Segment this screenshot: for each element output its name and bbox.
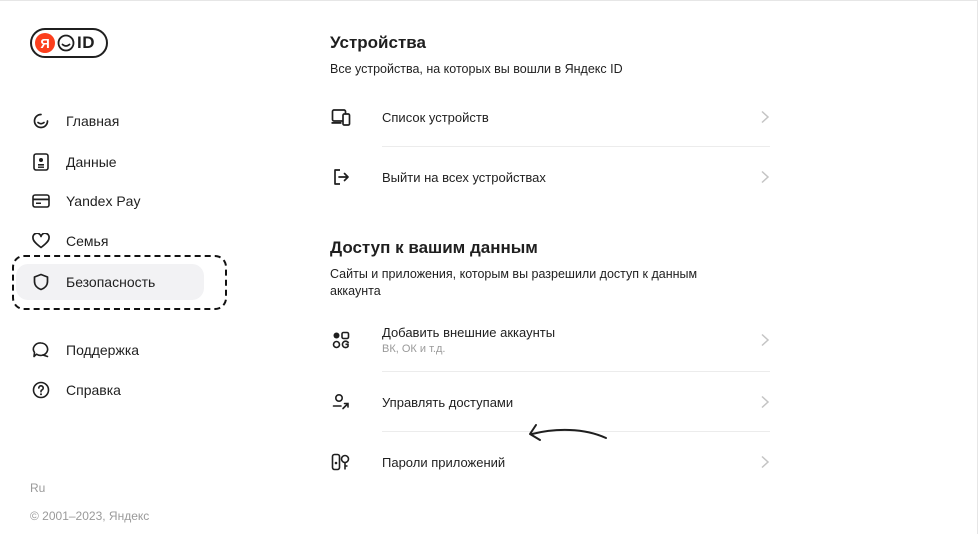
row-label: Пароли приложений [382,454,506,470]
access-subtitle: Сайты и приложения, которым вы разрешили… [330,267,698,298]
logo-id-text: ID [77,33,95,52]
sidebar-item-label: Yandex Pay [66,193,141,209]
row-label: Управлять доступами [382,394,514,410]
sidebar-item-support[interactable]: Поддержка [16,332,204,368]
row-divider [382,146,770,147]
sidebar-item-help[interactable]: Справка [16,372,204,408]
language-switch[interactable]: Ru [30,481,45,495]
sidebar-item-home[interactable]: Главная [16,103,204,139]
heart-icon [31,231,51,251]
sidebar-item-label: Главная [66,113,120,129]
sidebar-item-label: Поддержка [66,342,140,358]
sidebar-item-label: Семья [66,233,109,249]
device-list-row[interactable]: Список устройств [330,95,770,139]
id-card-icon [31,152,51,172]
row-label: Выйти на всех устройствах [382,169,546,185]
logout-all-row[interactable]: Выйти на всех устройствах [330,155,770,199]
row-label: Список устройств [382,109,489,125]
sidebar-item-label: Данные [66,154,117,170]
row-divider [382,371,770,372]
external-accounts-row[interactable]: Добавить внешние аккаунты ВК, ОК и т.д. [330,318,770,362]
pointer-arrow-icon [529,424,607,441]
chevron-right-icon [761,110,770,124]
smile-icon [57,34,75,52]
yandex-id-logo[interactable]: Я ID [30,28,108,58]
app-passwords-icon [330,451,352,473]
devices-title: Устройства [330,33,426,52]
row-hint: ВК, ОК и т.д. [382,343,446,355]
sidebar-item-label: Справка [66,382,121,398]
access-title: Доступ к вашим данным [330,238,538,257]
yandex-logo-letter: Я [35,33,55,53]
sidebar-item-data[interactable]: Данные [16,144,204,180]
manage-access-row[interactable]: Управлять доступами [330,380,770,424]
copyright-text: © 2001–2023, Яндекс [30,509,150,523]
chevron-right-icon [761,395,770,409]
chevron-right-icon [761,170,770,184]
user-access-icon [330,391,352,413]
chat-icon [31,340,51,360]
highlight-outline [12,255,227,310]
devices-subtitle: Все устройства, на которых вы вошли в Ян… [330,62,623,76]
home-smile-icon [31,111,51,131]
sidebar-item-yandex-pay[interactable]: Yandex Pay [16,183,204,219]
chevron-right-icon [761,333,770,347]
card-icon [31,191,51,211]
help-icon [31,380,51,400]
sidebar-item-family[interactable]: Семья [16,223,204,259]
devices-icon [330,106,352,128]
logout-icon [330,166,352,188]
frame-top-border [0,0,978,1]
chevron-right-icon [761,455,770,469]
external-accounts-icon [330,329,352,351]
row-label: Добавить внешние аккаунты [382,325,556,340]
